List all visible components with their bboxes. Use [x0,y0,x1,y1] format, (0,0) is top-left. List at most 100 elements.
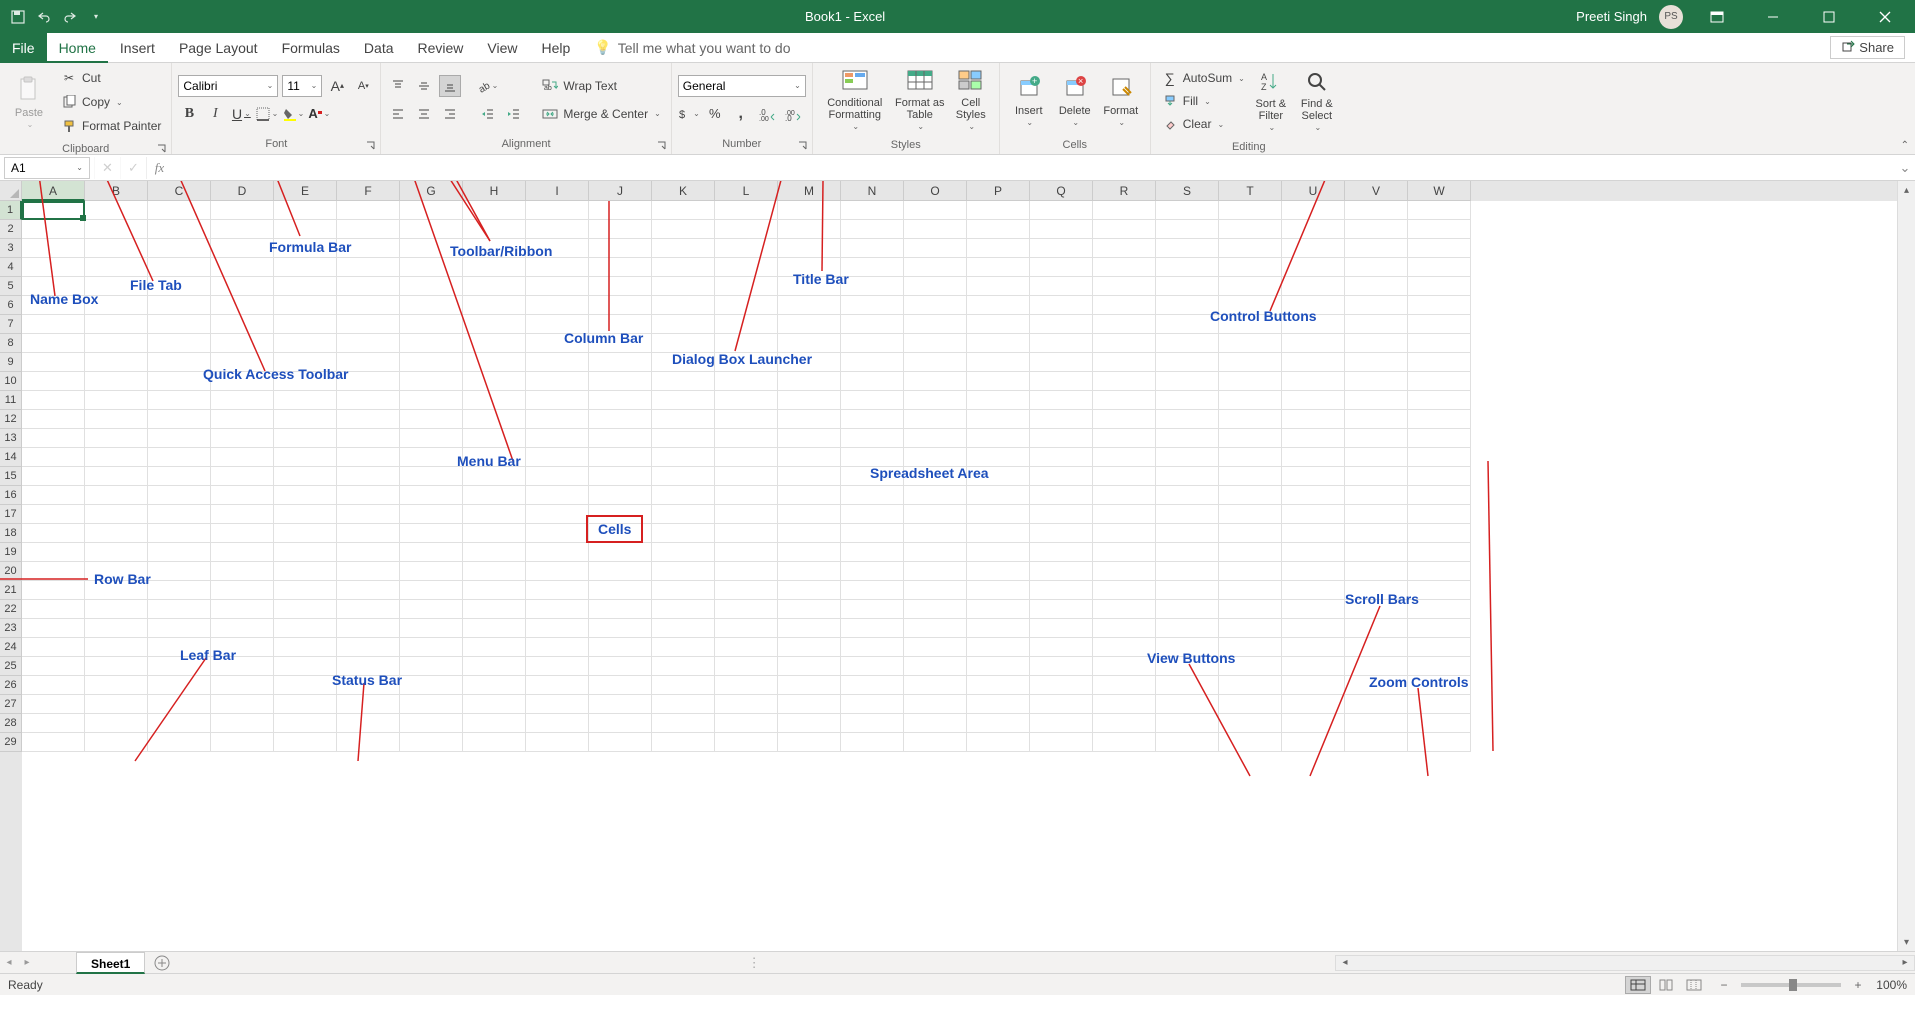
cell[interactable] [1093,239,1156,258]
cell[interactable] [85,562,148,581]
cell[interactable] [1156,657,1219,676]
row-header[interactable]: 10 [0,372,22,391]
vertical-scrollbar[interactable]: ▴ ▾ [1897,181,1915,951]
cell[interactable] [274,695,337,714]
align-right-icon[interactable] [439,103,461,125]
bold-button[interactable]: B [178,103,200,125]
cell[interactable] [526,410,589,429]
tab-view[interactable]: View [475,33,529,63]
cell[interactable] [274,657,337,676]
cell[interactable] [274,429,337,448]
cell[interactable] [1345,334,1408,353]
cell[interactable] [1345,619,1408,638]
cell[interactable] [400,448,463,467]
cell[interactable] [526,676,589,695]
cell[interactable] [1345,372,1408,391]
cell[interactable] [652,600,715,619]
cell[interactable] [463,714,526,733]
cell[interactable] [85,600,148,619]
cell[interactable] [904,524,967,543]
cell[interactable] [211,638,274,657]
scroll-down-icon[interactable]: ▾ [1898,933,1915,951]
cell[interactable] [148,733,211,752]
cell[interactable] [211,733,274,752]
cell[interactable] [274,676,337,695]
cell[interactable] [841,600,904,619]
font-dialog-launcher[interactable] [365,140,377,152]
cell[interactable] [400,467,463,486]
cell[interactable] [715,277,778,296]
cell[interactable] [652,239,715,258]
cell[interactable] [1030,619,1093,638]
cell[interactable] [1408,372,1471,391]
column-header[interactable]: O [904,181,967,201]
cell[interactable] [1093,467,1156,486]
cell[interactable] [211,429,274,448]
cell[interactable] [967,201,1030,220]
cell[interactable] [463,429,526,448]
cell[interactable] [526,695,589,714]
cell[interactable] [22,315,85,334]
cell[interactable] [148,258,211,277]
cell[interactable] [1408,448,1471,467]
cell[interactable] [841,581,904,600]
increase-indent-icon[interactable] [503,103,525,125]
cell[interactable] [1345,467,1408,486]
zoom-out-button[interactable]: − [1715,978,1733,992]
cell[interactable] [589,201,652,220]
cell[interactable] [1345,695,1408,714]
zoom-slider[interactable] [1741,983,1841,987]
percent-icon[interactable]: % [704,103,726,125]
cell[interactable] [1408,277,1471,296]
cell[interactable] [1219,315,1282,334]
cell[interactable] [715,220,778,239]
column-header[interactable]: K [652,181,715,201]
cell[interactable] [526,353,589,372]
cell[interactable] [904,296,967,315]
number-format-select[interactable]: General⌄ [678,75,806,97]
cell[interactable] [463,505,526,524]
cell[interactable] [589,505,652,524]
normal-view-icon[interactable] [1625,976,1651,994]
column-header[interactable]: W [1408,181,1471,201]
accounting-icon[interactable]: $⌄ [678,103,700,125]
cell[interactable] [148,353,211,372]
cell[interactable] [778,334,841,353]
undo-icon[interactable] [34,7,54,27]
row-header[interactable]: 27 [0,695,22,714]
cell[interactable] [589,429,652,448]
cell[interactable] [85,239,148,258]
cell[interactable] [841,448,904,467]
cell[interactable] [211,619,274,638]
cell[interactable] [22,239,85,258]
cell[interactable] [715,505,778,524]
cell[interactable] [778,201,841,220]
cell[interactable] [715,543,778,562]
cell[interactable] [463,695,526,714]
cell[interactable] [1282,315,1345,334]
cell[interactable] [1408,410,1471,429]
cell[interactable] [274,353,337,372]
cell[interactable] [211,372,274,391]
cell[interactable] [211,448,274,467]
cell[interactable] [1093,714,1156,733]
add-sheet-button[interactable] [151,955,173,971]
delete-cells-button[interactable]: × Delete⌄ [1052,67,1098,133]
cell[interactable] [337,714,400,733]
column-header[interactable]: P [967,181,1030,201]
cell[interactable] [148,334,211,353]
cell[interactable] [337,562,400,581]
tab-formulas[interactable]: Formulas [270,33,352,63]
cell[interactable] [274,733,337,752]
cell[interactable] [22,600,85,619]
cell[interactable] [967,581,1030,600]
borders-button[interactable]: ⌄ [256,103,278,125]
cell[interactable] [400,581,463,600]
cell[interactable] [1408,391,1471,410]
wrap-text-button[interactable]: abWrap Text [537,75,664,97]
cell[interactable] [85,543,148,562]
cell[interactable] [967,524,1030,543]
cell[interactable] [463,733,526,752]
cell[interactable] [589,657,652,676]
cell[interactable] [589,638,652,657]
